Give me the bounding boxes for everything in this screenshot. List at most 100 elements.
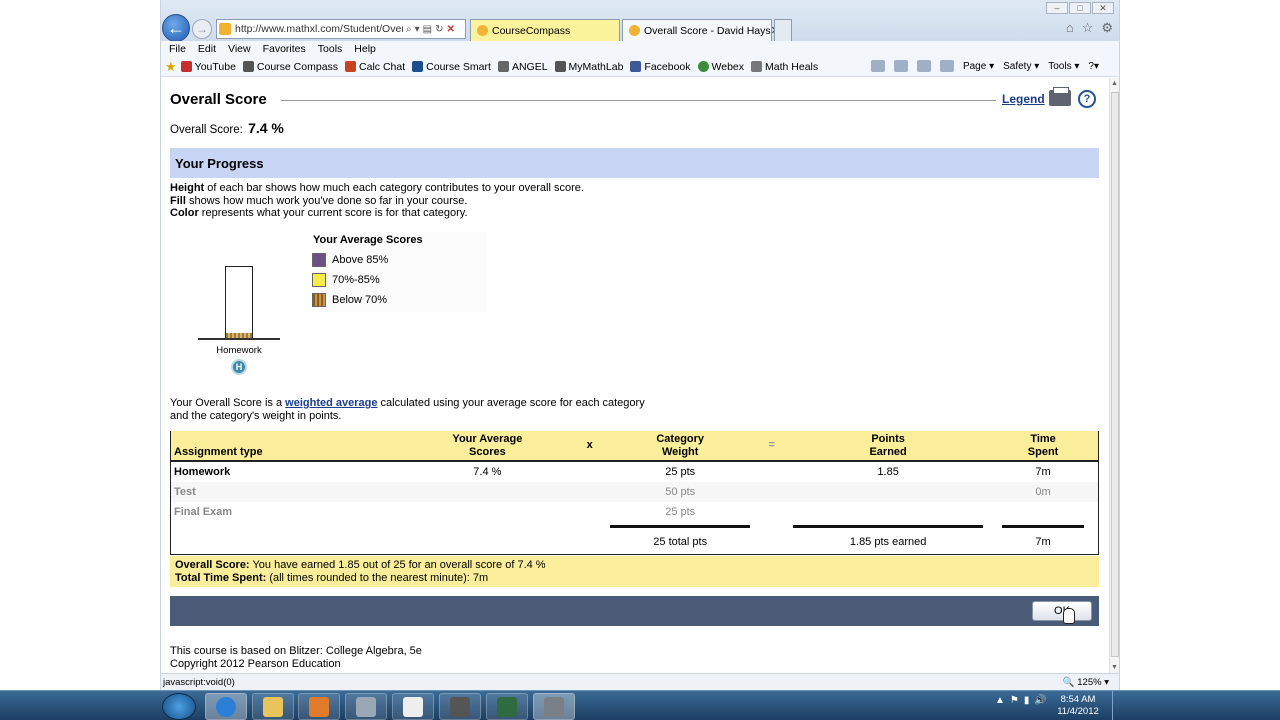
- search-icon[interactable]: ⌕: [406, 24, 412, 35]
- minimize-icon[interactable]: –: [1046, 2, 1068, 14]
- explain-height: Height of each bar shows how much each c…: [170, 182, 584, 194]
- tab-overall-score[interactable]: Overall Score - David Hays ✕: [622, 19, 780, 41]
- menu-view[interactable]: View: [228, 43, 251, 55]
- zoom-level[interactable]: 🔍 125% ▾: [1063, 677, 1109, 688]
- favorite-course-smart[interactable]: Course Smart: [412, 61, 491, 73]
- favorite-facebook[interactable]: Facebook: [630, 61, 691, 73]
- network-tray-icon[interactable]: ▮: [1024, 695, 1030, 706]
- clock[interactable]: 8:54 AM 11/4/2012: [1050, 694, 1106, 718]
- taskbar-app-8[interactable]: [533, 693, 575, 720]
- refresh-icon[interactable]: ↻: [435, 24, 443, 35]
- help-cmd-icon[interactable]: ?▾: [1088, 61, 1099, 72]
- menu-edit[interactable]: Edit: [198, 43, 216, 55]
- forward-arrow-icon: →: [196, 22, 208, 36]
- home-icon[interactable]: ⌂: [1066, 20, 1074, 36]
- menu-tools[interactable]: Tools: [318, 43, 343, 55]
- taskbar-app-4[interactable]: [345, 693, 387, 720]
- summary-time-text: (all times rounded to the nearest minute…: [266, 571, 489, 584]
- taskbar-explorer[interactable]: [252, 693, 294, 720]
- legend-item-above-85: Above 85%: [312, 250, 487, 270]
- home-cmd-icon[interactable]: [870, 60, 885, 72]
- clock-time: 8:54 AM: [1060, 694, 1096, 705]
- ok-button[interactable]: OK: [1032, 601, 1092, 621]
- favorite-mymathlab[interactable]: MyMathLab: [554, 61, 623, 73]
- clock-date: 11/4/2012: [1057, 706, 1099, 717]
- scroll-down-icon[interactable]: ▼: [1111, 664, 1118, 671]
- header-time-spent: Time Spent: [987, 431, 1099, 462]
- progress-heading: Your Progress: [170, 148, 1099, 178]
- page-footer: This course is based on Blitzer: College…: [170, 645, 422, 671]
- action-bar: OK: [170, 596, 1099, 626]
- start-button[interactable]: [162, 693, 196, 720]
- legend-link[interactable]: Legend: [1002, 92, 1045, 106]
- tools-menu[interactable]: Tools ▾: [1048, 61, 1079, 72]
- status-bar: javascript:void(0) 🔍 125% ▾: [161, 673, 1119, 690]
- header-category-weight: Category Weight: [606, 431, 755, 462]
- overall-score: Overall Score: 7.4 %: [170, 120, 284, 136]
- explain-color: Color represents what your current score…: [170, 207, 468, 220]
- row-time: 0m: [987, 481, 1099, 502]
- header-assignment-type: Assignment type: [170, 431, 402, 462]
- course-smart-icon: [412, 61, 424, 72]
- maximize-icon[interactable]: □: [1069, 2, 1091, 14]
- feeds-icon[interactable]: [893, 60, 908, 72]
- taskbar-media[interactable]: [298, 693, 340, 720]
- print-icon[interactable]: [1049, 87, 1071, 106]
- close-window-icon[interactable]: ✕: [1092, 2, 1114, 14]
- site-favicon-icon: [219, 23, 231, 35]
- page-menu[interactable]: Page ▾: [963, 61, 994, 72]
- print-cmd-icon[interactable]: [939, 60, 954, 72]
- favorite-angel[interactable]: ANGEL: [497, 61, 548, 73]
- flag-icon[interactable]: ⚑: [1010, 695, 1019, 706]
- taskbar-ie[interactable]: [205, 693, 247, 720]
- scroll-thumb[interactable]: [1111, 92, 1119, 657]
- help-icon[interactable]: ?: [1078, 90, 1096, 108]
- show-desktop-button[interactable]: [1112, 691, 1120, 720]
- back-button[interactable]: ←: [162, 14, 190, 42]
- progress-explanation: Height of each bar shows how much each c…: [170, 182, 584, 220]
- favorite-course-compass[interactable]: Course Compass: [242, 61, 338, 73]
- media-player-icon: [309, 696, 329, 717]
- favorite-webex[interactable]: Webex: [697, 61, 744, 73]
- volume-icon[interactable]: 🔊: [1034, 695, 1046, 706]
- favorite-youtube[interactable]: YouTube: [180, 61, 236, 73]
- stop-icon[interactable]: ✕: [446, 24, 454, 35]
- desktop-margin-left: [0, 0, 160, 690]
- menu-file[interactable]: File: [169, 43, 186, 55]
- taskbar-app-6[interactable]: [439, 693, 481, 720]
- tab-coursecompass[interactable]: CourseCompass: [470, 19, 620, 41]
- address-bar[interactable]: http://www.mathxl.com/Student/OverallSc …: [216, 19, 466, 39]
- favorite-math-heals[interactable]: Math Heals: [751, 61, 818, 73]
- safety-menu[interactable]: Safety ▾: [1003, 61, 1039, 72]
- compat-view-icon[interactable]: ▤: [423, 24, 432, 35]
- homework-bar[interactable]: [225, 266, 253, 339]
- mail-icon[interactable]: [916, 60, 931, 72]
- facebook-icon: [630, 61, 642, 72]
- back-arrow-icon: ←: [167, 17, 185, 38]
- taskbar-captivate[interactable]: [486, 693, 528, 720]
- menu-favorites[interactable]: Favorites: [263, 43, 306, 55]
- favorites-star-icon[interactable]: ★: [165, 59, 177, 75]
- legend-item-70-85: 70%-85%: [312, 270, 487, 290]
- pen-tool-icon: [403, 696, 423, 717]
- new-tab-button[interactable]: [774, 19, 792, 41]
- favorites-star-icon[interactable]: ☆: [1082, 20, 1094, 36]
- weighted-average-link[interactable]: weighted average: [285, 397, 377, 409]
- scroll-up-icon[interactable]: ▲: [1111, 80, 1118, 87]
- tray-expand-icon[interactable]: ▲: [995, 695, 1005, 706]
- forward-button[interactable]: →: [192, 19, 212, 39]
- settings-gear-icon[interactable]: ⚙: [1101, 20, 1113, 36]
- taskbar-app-5[interactable]: [392, 693, 434, 720]
- total-points-cell: 1.85 pts earned: [789, 523, 987, 548]
- screen: ← → http://www.mathxl.com/Student/Overal…: [0, 0, 1280, 720]
- dropdown-icon[interactable]: ▾: [415, 24, 420, 35]
- address-url[interactable]: http://www.mathxl.com/Student/OverallSc: [235, 23, 403, 35]
- homework-badge-icon[interactable]: H: [231, 359, 247, 375]
- total-time: 7m: [1035, 535, 1051, 548]
- summary-score-text: You have earned 1.85 out of 25 for an ov…: [249, 559, 546, 571]
- vertical-scrollbar[interactable]: ▲ ▼: [1109, 78, 1119, 673]
- bar-axis: [198, 338, 280, 340]
- menu-help[interactable]: Help: [354, 43, 376, 55]
- calc-chat-icon: [345, 61, 357, 72]
- favorite-calc-chat[interactable]: Calc Chat: [345, 61, 405, 73]
